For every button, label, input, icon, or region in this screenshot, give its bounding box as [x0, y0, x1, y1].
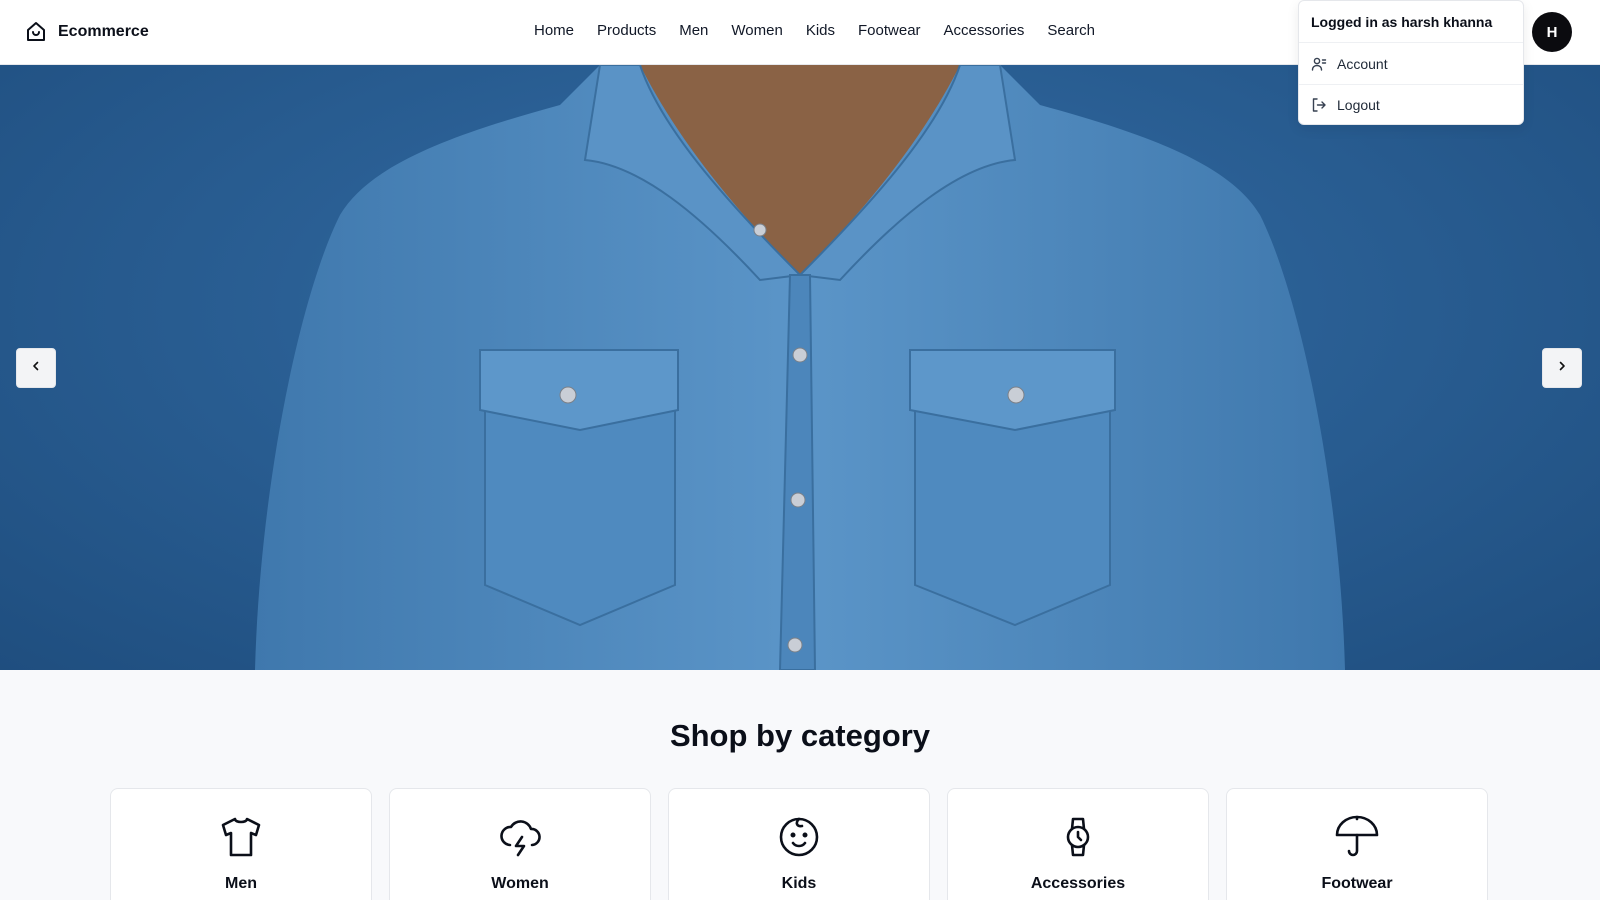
category-card-men[interactable]: Men — [110, 788, 372, 900]
store-bag-icon — [24, 20, 48, 44]
category-card-women[interactable]: Women — [389, 788, 651, 900]
category-label: Footwear — [1321, 875, 1393, 892]
nav-kids[interactable]: Kids — [806, 22, 835, 39]
baby-icon — [775, 813, 823, 861]
user-icon — [1311, 56, 1327, 72]
category-card-kids[interactable]: Kids — [668, 788, 930, 900]
nav-accessories[interactable]: Accessories — [944, 22, 1025, 39]
category-grid: Men Women Kids Accessories Footwear — [110, 788, 1488, 900]
nav-home[interactable]: Home — [534, 22, 574, 39]
brand-link[interactable]: Ecommerce — [24, 20, 149, 44]
hero-denim-shirt-image — [255, 65, 1345, 670]
user-avatar-button[interactable]: H — [1532, 12, 1572, 52]
umbrella-icon — [1333, 813, 1381, 861]
menu-item-label: Account — [1337, 55, 1388, 72]
category-label: Women — [491, 875, 549, 892]
menu-item-label: Logout — [1337, 97, 1380, 113]
cloud-lightning-icon — [496, 813, 544, 861]
nav-footwear[interactable]: Footwear — [858, 22, 921, 39]
brand-name: Ecommerce — [58, 23, 149, 40]
logged-in-label: Logged in as harsh khanna — [1299, 1, 1523, 43]
hero-carousel — [0, 65, 1600, 670]
nav-products[interactable]: Products — [597, 22, 656, 39]
user-dropdown-menu: Logged in as harsh khanna Account Logout — [1298, 0, 1524, 125]
category-label: Men — [225, 875, 257, 892]
menu-item-account[interactable]: Account — [1299, 43, 1523, 84]
menu-item-logout[interactable]: Logout — [1299, 84, 1523, 125]
category-card-footwear[interactable]: Footwear — [1226, 788, 1488, 900]
section-title: Shop by category — [669, 718, 931, 753]
category-card-accessories[interactable]: Accessories — [947, 788, 1209, 900]
nav-men[interactable]: Men — [679, 22, 708, 39]
logout-icon — [1311, 97, 1327, 113]
chevron-left-icon — [30, 359, 42, 377]
nav-women[interactable]: Women — [731, 22, 782, 39]
category-label: Kids — [781, 875, 817, 892]
shirt-icon — [217, 813, 265, 861]
category-label: Accessories — [1030, 875, 1126, 892]
main-nav: Home Products Men Women Kids Footwear Ac… — [534, 22, 1095, 39]
carousel-prev-button[interactable] — [16, 348, 56, 388]
nav-search[interactable]: Search — [1047, 22, 1095, 39]
watch-icon — [1054, 813, 1102, 861]
chevron-right-icon — [1556, 359, 1568, 377]
carousel-next-button[interactable] — [1542, 348, 1582, 388]
